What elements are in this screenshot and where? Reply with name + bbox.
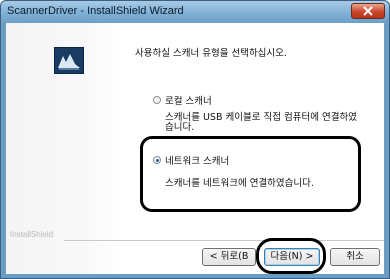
local-scanner-description: 스캐너를 USB 케이블로 직접 컴퓨터에 연결하였습니다. bbox=[165, 112, 357, 133]
cancel-button[interactable]: 취소 bbox=[330, 248, 380, 266]
installer-window: ScannerDriver - InstallShield Wizard Ins… bbox=[0, 0, 390, 279]
installshield-logo-icon bbox=[54, 47, 84, 74]
wizard-client-area: InstallShield 사용하실 스캐너 유형을 선택하십시오. 로컬 스캐… bbox=[6, 23, 384, 274]
window-title: ScannerDriver - InstallShield Wizard bbox=[7, 5, 184, 17]
installshield-brand: InstallShield bbox=[10, 230, 54, 239]
title-bar[interactable]: ScannerDriver - InstallShield Wizard bbox=[1, 1, 389, 23]
footer-separator bbox=[64, 240, 384, 241]
local-scanner-radio[interactable] bbox=[153, 96, 161, 104]
side-panel: InstallShield bbox=[6, 23, 123, 274]
content-panel: 사용하실 스캐너 유형을 선택하십시오. 로컬 스캐너 스캐너를 USB 케이블… bbox=[123, 23, 384, 274]
instruction-text: 사용하실 스캐너 유형을 선택하십시오. bbox=[135, 48, 287, 59]
close-button[interactable] bbox=[351, 3, 385, 19]
close-icon bbox=[363, 6, 373, 16]
highlight-next-button bbox=[256, 238, 326, 274]
local-scanner-label[interactable]: 로컬 스캐너 bbox=[165, 93, 212, 107]
back-button[interactable]: < 뒤로(B bbox=[202, 248, 256, 266]
highlight-network-option bbox=[140, 136, 361, 212]
